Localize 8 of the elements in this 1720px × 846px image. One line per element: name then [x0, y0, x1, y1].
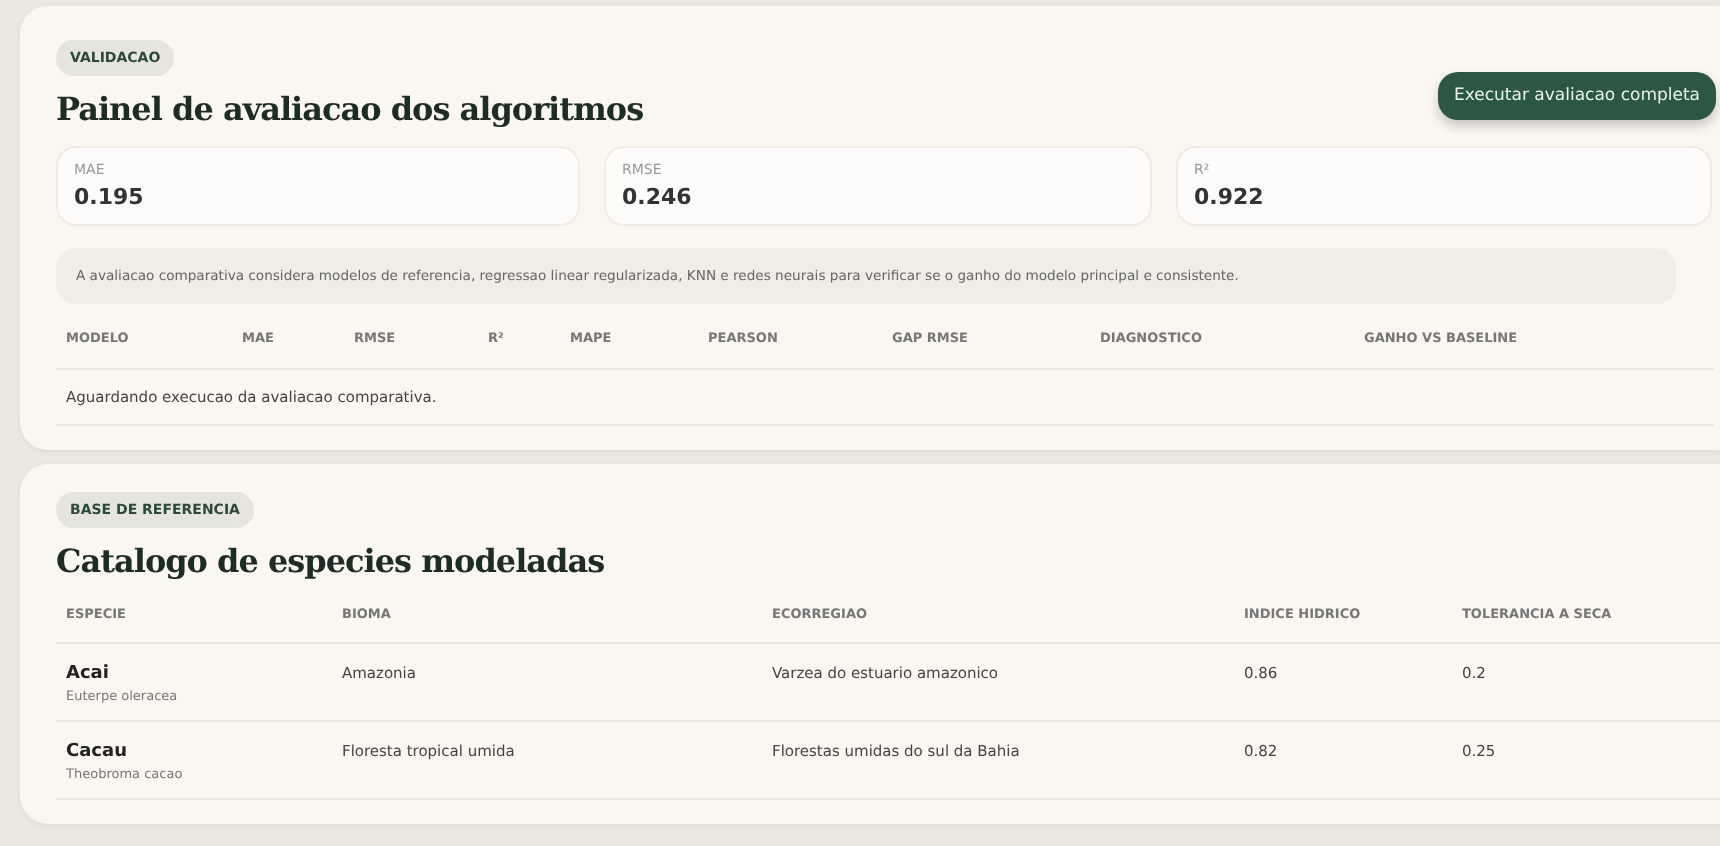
species-name: Acai	[66, 664, 111, 684]
catalog-title: Catalogo de especies modeladas	[56, 542, 607, 580]
species-name: Cacau	[66, 742, 129, 762]
metric-value: 0.195	[74, 184, 146, 210]
panel-title: Painel de avaliacao dos algoritmos	[56, 90, 644, 128]
metric-value: 0.246	[622, 184, 694, 210]
run-evaluation-button[interactable]: Executar avaliacao completa	[1437, 72, 1716, 120]
metric-value: 0.922	[1194, 184, 1266, 210]
